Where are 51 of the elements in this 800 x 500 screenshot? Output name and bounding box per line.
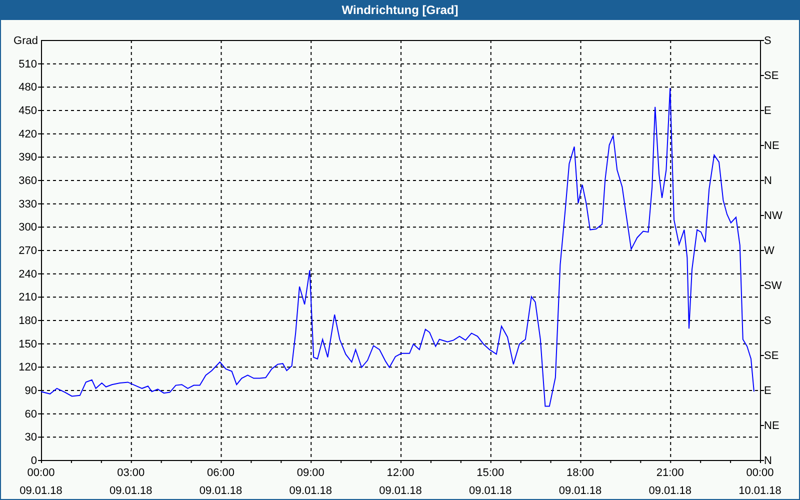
x-date-label: 09.01.18 (109, 485, 152, 497)
compass-tick-label: S (764, 35, 772, 47)
y-tick-label: 510 (18, 58, 37, 70)
y-tick-label: 360 (18, 175, 37, 187)
x-date-label: 09.01.18 (468, 485, 512, 497)
y-tick-label: 90 (24, 385, 37, 397)
x-tick-label: 18:00 (566, 467, 594, 479)
compass-tick-label: E (764, 105, 772, 117)
y-tick-label: 420 (18, 128, 37, 140)
y-tick-label: 150 (18, 338, 37, 350)
compass-tick-label: S (764, 315, 772, 327)
y-tick-label: 210 (18, 292, 37, 304)
compass-tick-label: NW (764, 210, 782, 222)
x-date-label: 10.01.18 (738, 485, 782, 497)
x-tick-label: 12:00 (386, 467, 414, 479)
x-tick-label: 00:00 (27, 467, 55, 479)
y-tick-label: 390 (18, 152, 37, 164)
x-date-label: 09.01.18 (648, 485, 692, 497)
compass-tick-label: SW (764, 280, 782, 292)
x-date-label: 09.01.18 (379, 485, 422, 497)
compass-tick-label: W (764, 245, 774, 257)
y-tick-label: 330 (18, 198, 37, 210)
x-tick-label: 21:00 (656, 467, 684, 479)
y-tick-label: 480 (18, 82, 37, 94)
x-tick-label: 15:00 (476, 467, 504, 479)
y-axis-title: Grad (14, 35, 38, 47)
x-tick-label: 06:00 (206, 467, 235, 479)
y-tick-label: 450 (18, 105, 37, 117)
window-title: Windrichtung [Grad] (342, 3, 458, 17)
y-tick-label: 60 (24, 408, 37, 420)
compass-tick-label: NE (764, 420, 780, 432)
compass-tick-label: SE (764, 70, 779, 82)
x-date-label: 09.01.18 (289, 485, 332, 497)
x-tick-label: 03:00 (117, 467, 145, 479)
compass-tick-label: N (764, 455, 772, 467)
x-tick-label: 09:00 (296, 467, 324, 479)
y-tick-label: 180 (18, 315, 37, 327)
compass-tick-label: N (764, 175, 772, 187)
compass-tick-label: E (764, 385, 772, 397)
y-tick-label: 270 (18, 245, 37, 257)
x-date-label: 09.01.18 (558, 485, 602, 497)
x-tick-label: 00:00 (746, 467, 774, 479)
y-tick-label: 30 (24, 432, 37, 444)
y-tick-label: 120 (18, 362, 37, 374)
x-date-label: 09.01.18 (199, 485, 242, 497)
y-tick-label: 240 (18, 268, 37, 280)
y-tick-label: 0 (30, 455, 37, 467)
y-tick-label: 300 (18, 222, 37, 234)
x-date-label: 09.01.18 (20, 485, 62, 497)
compass-tick-label: NE (764, 140, 780, 152)
compass-tick-label: SE (764, 350, 779, 362)
